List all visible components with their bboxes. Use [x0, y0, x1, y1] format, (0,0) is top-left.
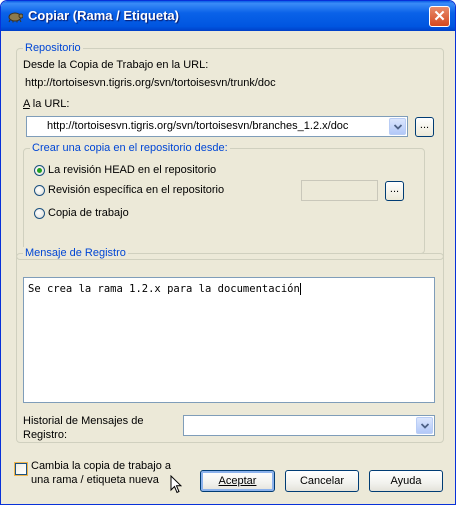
to-url-label-accel: A	[23, 98, 30, 110]
to-url-label: A la URL:	[23, 98, 69, 110]
window-title: Copiar (Rama / Etiqueta)	[28, 8, 179, 23]
log-message-legend: Mensaje de Registro	[23, 247, 128, 259]
switch-working-copy-checkbox[interactable]	[15, 463, 27, 475]
radio-specific-revision-label[interactable]: Revisión específica en el repositorio	[48, 184, 224, 196]
cancel-button-label: Cancelar	[299, 475, 345, 487]
switch-checkbox-label-line2[interactable]: una rama / etiqueta nueva	[31, 474, 159, 486]
repository-legend: Repositorio	[23, 42, 83, 54]
copy-branch-dialog: Copiar (Rama / Etiqueta) ✕ Repositorio D…	[0, 0, 456, 505]
browse-url-label: ...	[419, 119, 430, 131]
history-combobox[interactable]	[183, 415, 435, 436]
revision-input[interactable]	[301, 180, 378, 201]
accept-button-label: Aceptar	[218, 475, 257, 487]
to-url-value: http://tortoisesvn.tigris.org/svn/tortoi…	[47, 120, 349, 132]
dialog-body: Repositorio Desde la Copia de Trabajo en…	[4, 31, 452, 503]
history-dropdown-button[interactable]	[416, 417, 433, 434]
to-url-label-rest: la URL:	[29, 98, 70, 110]
chevron-down-icon	[421, 423, 429, 429]
browse-url-button[interactable]: ...	[415, 117, 434, 137]
log-message-text: Se crea la rama 1.2.x para la documentac…	[28, 283, 300, 295]
history-label-line1: Historial de Mensajes de	[23, 415, 144, 427]
radio-working-copy-label[interactable]: Copia de trabajo	[48, 207, 129, 219]
history-label-line2: Registro:	[23, 429, 68, 441]
from-working-copy-label: Desde la Copia de Trabajo en la URL:	[23, 59, 209, 71]
close-icon: ✕	[433, 8, 446, 25]
chevron-down-icon	[394, 124, 402, 130]
from-url-text: http://tortoisesvn.tigris.org/svn/tortoi…	[25, 77, 276, 89]
browse-revision-button[interactable]: ...	[385, 181, 404, 201]
browse-revision-label: ...	[389, 183, 400, 195]
accept-button[interactable]: Aceptar	[200, 470, 275, 492]
radio-specific-revision[interactable]	[34, 185, 45, 196]
switch-checkbox-label-line1[interactable]: Cambia la copia de trabajo a	[31, 460, 171, 472]
copy-from-legend: Crear una copia en el repositorio desde:	[30, 142, 230, 154]
close-button[interactable]: ✕	[429, 6, 450, 27]
text-caret	[299, 283, 301, 295]
radio-selected-dot	[37, 168, 42, 173]
cancel-button[interactable]: Cancelar	[285, 470, 359, 492]
tortoisesvn-icon	[8, 12, 23, 23]
radio-working-copy[interactable]	[34, 208, 45, 219]
to-url-dropdown-button[interactable]	[389, 118, 406, 135]
to-url-combobox[interactable]: http://tortoisesvn.tigris.org/svn/tortoi…	[26, 116, 408, 137]
help-button-label: Ayuda	[390, 475, 422, 487]
title-bar[interactable]: Copiar (Rama / Etiqueta) ✕	[1, 1, 455, 31]
log-message-content: Se crea la rama 1.2.x para la documentac…	[28, 283, 301, 295]
log-message-textarea[interactable]: Se crea la rama 1.2.x para la documentac…	[23, 277, 435, 403]
mouse-pointer-icon	[170, 475, 182, 494]
radio-head-revision-label[interactable]: La revisión HEAD en el repositorio	[48, 164, 216, 176]
radio-head-revision[interactable]	[34, 165, 45, 176]
help-button[interactable]: Ayuda	[369, 470, 443, 492]
